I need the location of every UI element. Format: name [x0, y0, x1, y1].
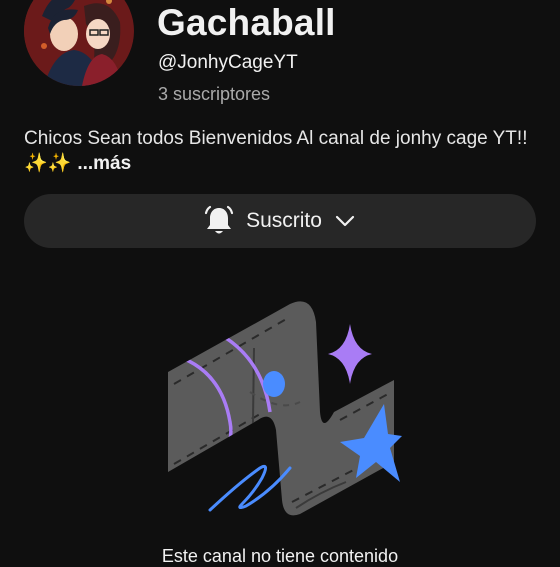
channel-avatar[interactable] [24, 0, 134, 86]
avatar-image [24, 0, 134, 86]
sparkles-emoji: ✨✨ [24, 153, 72, 174]
channel-name: Gachaball [157, 2, 336, 43]
empty-state-illustration [150, 292, 410, 527]
folded-map-shape [168, 301, 394, 516]
empty-state-message: Este canal no tiene contenido [161, 546, 399, 566]
channel-description[interactable]: Chicos Sean todos Bienvenidos Al canal d… [24, 126, 544, 176]
bell-icon [204, 205, 234, 237]
description-text: Chicos Sean todos Bienvenidos Al canal d… [24, 128, 528, 149]
sparkle-purple [328, 324, 372, 384]
subscribed-button[interactable]: Suscrito [24, 194, 536, 248]
chevron-down-icon [334, 214, 356, 228]
subscriber-count: 3 suscriptores [158, 84, 271, 104]
channel-handle: @JonhyCageYT [158, 52, 298, 73]
more-link[interactable]: ...más [77, 153, 131, 174]
subscribed-label: Suscrito [246, 209, 322, 232]
